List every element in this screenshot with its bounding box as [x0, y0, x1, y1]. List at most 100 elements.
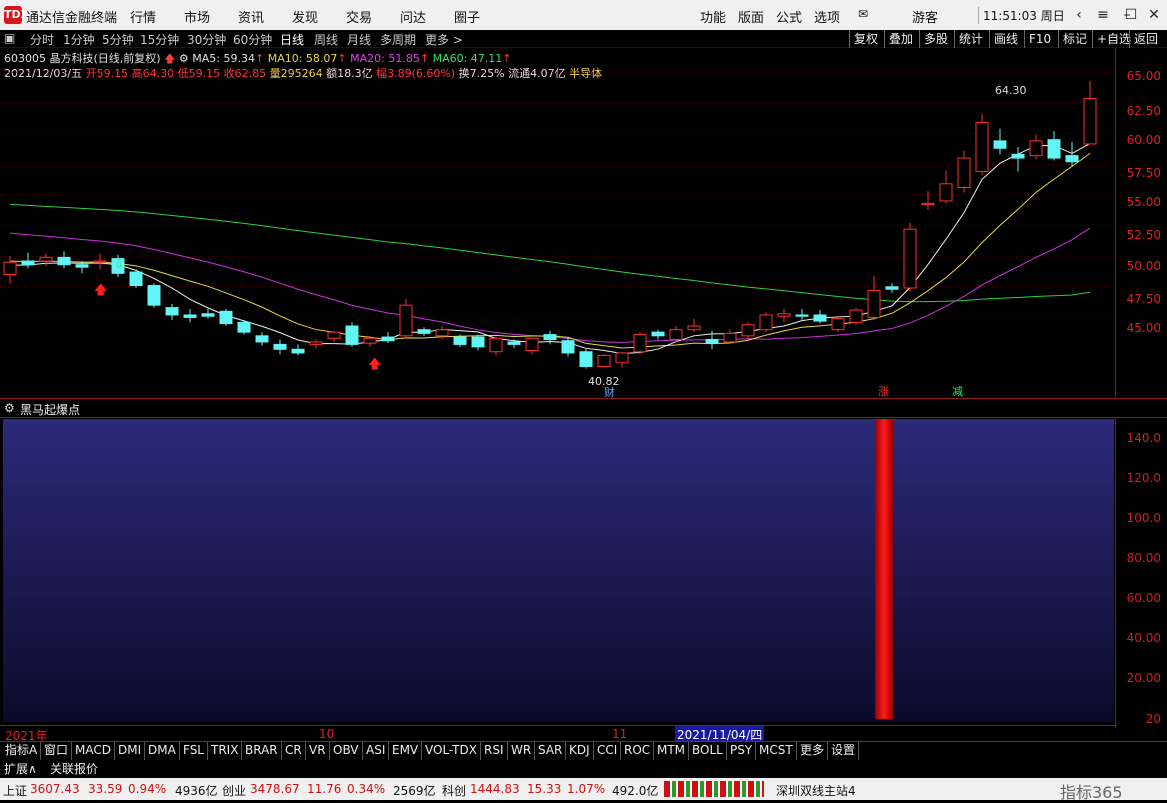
- period-30min[interactable]: 30分钟: [187, 31, 226, 48]
- high-annotation: 64.30: [995, 84, 1027, 97]
- period-toolbar: ▣ 分时 1分钟 5分钟 15分钟 30分钟 60分钟 日线 周线 月线 多周期…: [0, 30, 1167, 48]
- candle-body: [921, 202, 935, 206]
- period-monthly[interactable]: 月线: [347, 31, 371, 48]
- tab-20[interactable]: MTM: [654, 742, 690, 760]
- server-station[interactable]: 深圳双线主站4: [776, 782, 856, 799]
- period-1min[interactable]: 1分钟: [63, 31, 95, 48]
- candle-body: [651, 331, 665, 337]
- kline-chart[interactable]: 64.3040.82财涨减🡅🡅⇩: [0, 48, 1115, 398]
- btn-overlay[interactable]: 叠加: [884, 30, 917, 48]
- candle-body: [291, 348, 305, 354]
- tab-2[interactable]: MACD: [72, 742, 115, 760]
- candle-body: [1029, 140, 1043, 157]
- btn-f10[interactable]: F10: [1024, 30, 1055, 48]
- price-tick: 45.00: [1126, 321, 1161, 335]
- chevron-left-icon[interactable]: ‹: [1068, 4, 1090, 26]
- tab-0[interactable]: 指标A: [2, 742, 42, 760]
- collapse-icon[interactable]: ▣: [4, 31, 15, 45]
- candle-body: [453, 336, 467, 345]
- candle-body: [525, 337, 539, 352]
- tab-12[interactable]: EMV: [389, 742, 423, 760]
- zhang-marker: 涨: [878, 385, 889, 398]
- period-60min[interactable]: 60分钟: [233, 31, 272, 48]
- btn-mark[interactable]: 标记: [1058, 30, 1091, 48]
- ind-tick: 120.0: [1126, 471, 1161, 485]
- maximize-icon[interactable]: ☐: [1120, 4, 1142, 26]
- tab-7[interactable]: BRAR: [242, 742, 282, 760]
- related-quotes-button[interactable]: 关联报价: [50, 760, 98, 777]
- menu-ask[interactable]: 问达: [400, 7, 426, 26]
- candle-body: [75, 264, 89, 268]
- btn-multi-stock[interactable]: 多股: [919, 30, 952, 48]
- period-daily[interactable]: 日线: [280, 31, 304, 48]
- tab-16[interactable]: SAR: [535, 742, 567, 760]
- tab-8[interactable]: CR: [282, 742, 306, 760]
- menu-market[interactable]: 市场: [184, 7, 210, 26]
- candle-body: [687, 325, 701, 331]
- candle-body: [471, 336, 485, 348]
- period-tick[interactable]: 分时: [30, 31, 54, 48]
- close-icon[interactable]: ✕: [1143, 4, 1165, 26]
- tab-15[interactable]: WR: [508, 742, 536, 760]
- expand-button[interactable]: 扩展∧: [4, 760, 37, 777]
- indicator-panel[interactable]: [3, 419, 1114, 722]
- kc-label: 科创: [442, 784, 467, 798]
- menu-icon[interactable]: ≡: [1092, 4, 1114, 26]
- period-5min[interactable]: 5分钟: [102, 31, 134, 48]
- btn-back[interactable]: 返回: [1129, 30, 1162, 48]
- tab-11[interactable]: ASI: [363, 742, 390, 760]
- menu-discover[interactable]: 发现: [292, 7, 318, 26]
- price-tick: 52.50: [1126, 228, 1161, 242]
- cy-index: 3478.67: [250, 782, 300, 796]
- tab-4[interactable]: DMA: [145, 742, 180, 760]
- tab-25[interactable]: 设置: [828, 742, 860, 760]
- btn-draw[interactable]: 画线: [989, 30, 1022, 48]
- cai-marker: 财: [604, 385, 615, 398]
- tab-22[interactable]: PSY: [727, 742, 757, 760]
- period-weekly[interactable]: 周线: [314, 31, 338, 48]
- menu-formula[interactable]: 公式: [776, 7, 802, 26]
- period-15min[interactable]: 15分钟: [140, 31, 179, 48]
- menu-circle[interactable]: 圈子: [454, 7, 480, 26]
- tab-21[interactable]: BOLL: [689, 742, 727, 760]
- candle-body: [543, 334, 557, 340]
- candle-body: [147, 285, 161, 306]
- menu-news[interactable]: 资讯: [238, 7, 264, 26]
- btn-adjust[interactable]: 复权: [849, 30, 882, 48]
- price-tick: 62.50: [1126, 104, 1161, 118]
- tab-13[interactable]: VOL-TDX: [422, 742, 481, 760]
- tab-1[interactable]: 窗口: [41, 742, 73, 760]
- candle-body: [597, 354, 611, 367]
- indicator-settings-icon[interactable]: ⚙: [4, 401, 15, 415]
- cy-change: 11.76: [307, 782, 342, 796]
- watermark: 指标365: [1060, 783, 1123, 802]
- candle-body: [507, 341, 521, 345]
- menu-layout[interactable]: 版面: [738, 7, 764, 26]
- cy-label: 创业: [222, 784, 247, 798]
- tab-6[interactable]: TRIX: [208, 742, 243, 760]
- btn-stats[interactable]: 统计: [954, 30, 987, 48]
- tab-23[interactable]: MCST: [756, 742, 797, 760]
- tab-17[interactable]: KDJ: [566, 742, 594, 760]
- tab-19[interactable]: ROC: [621, 742, 655, 760]
- candle-body: [903, 228, 917, 289]
- period-more[interactable]: 更多 >: [425, 31, 463, 48]
- menu-trade[interactable]: 交易: [346, 7, 372, 26]
- tab-10[interactable]: OBV: [330, 742, 363, 760]
- date-oct: 10: [319, 727, 335, 741]
- period-multi[interactable]: 多周期: [380, 31, 416, 48]
- mail-icon[interactable]: ✉: [858, 7, 868, 21]
- tab-9[interactable]: VR: [306, 742, 330, 760]
- user-label[interactable]: 游客: [912, 7, 938, 26]
- price-tick: 65.00: [1126, 69, 1161, 83]
- ind-tick: 140.0: [1126, 431, 1161, 445]
- menu-function[interactable]: 功能: [700, 7, 726, 26]
- tab-24[interactable]: 更多: [797, 742, 829, 760]
- tab-18[interactable]: CCI: [594, 742, 622, 760]
- menu-options[interactable]: 选项: [814, 7, 840, 26]
- buy-arrow-icon: 🡅: [368, 357, 381, 372]
- tab-14[interactable]: RSI: [481, 742, 508, 760]
- menu-quotes[interactable]: 行情: [130, 7, 156, 26]
- tab-3[interactable]: DMI: [115, 742, 146, 760]
- tab-5[interactable]: FSL: [180, 742, 208, 760]
